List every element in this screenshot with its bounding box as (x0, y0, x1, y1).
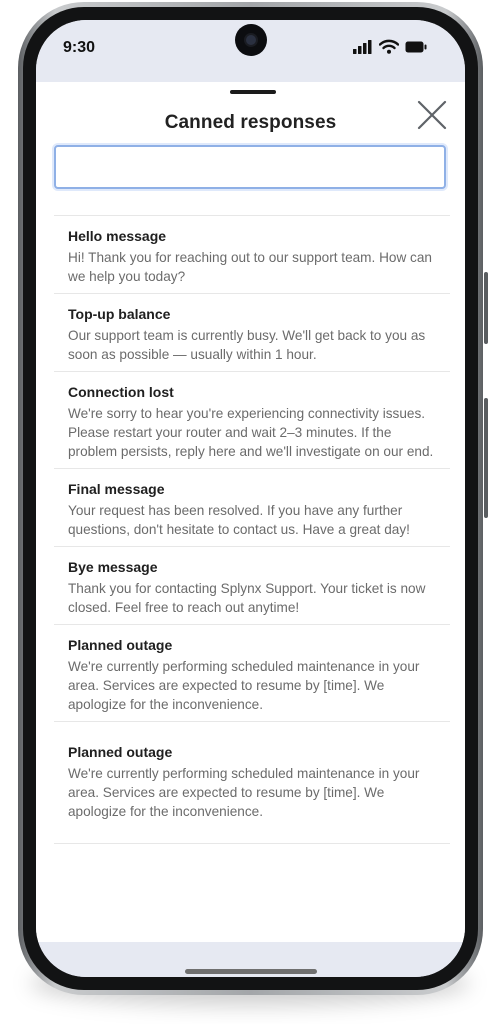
close-icon (417, 100, 447, 130)
canned-response-item[interactable]: Planned outage We're currently performing… (54, 722, 450, 844)
canned-response-text: We're currently performing scheduled mai… (68, 766, 420, 819)
close-button[interactable] (414, 97, 450, 133)
front-camera-icon (235, 24, 267, 56)
canned-response-title: Final message (68, 481, 165, 497)
canned-response-text: Hi! Thank you for reaching out to our su… (68, 250, 432, 284)
canned-response-item[interactable]: Hello message Hi! Thank you for reaching … (54, 216, 450, 294)
canned-response-text: Our support team is currently busy. We'l… (68, 328, 426, 362)
cellular-signal-icon (353, 39, 372, 54)
canned-response-item[interactable]: Final message Your request has been resol… (54, 469, 450, 547)
canned-response-text: We're currently performing scheduled mai… (68, 659, 420, 712)
canned-response-title: Bye message (68, 559, 158, 575)
canned-responses-sheet: Canned responses Hello message Hi! Thank … (36, 82, 465, 942)
canned-response-title: Planned outage (68, 744, 173, 760)
volume-up-side-button (484, 272, 488, 344)
home-indicator-area (36, 942, 465, 977)
responses-list: Hello message Hi! Thank you for reaching … (54, 215, 450, 844)
canned-response-text: Thank you for contacting Splynx Support.… (68, 581, 426, 615)
canned-response-item[interactable]: Bye message Thank you for contacting Sply… (54, 547, 450, 625)
canned-response-item[interactable]: Top-up balance Our support team is curren… (54, 294, 450, 372)
canned-response-item[interactable]: Connection lost We're sorry to hear you'r… (54, 372, 450, 469)
volume-down-side-button (484, 398, 488, 518)
canned-response-title: Planned outage (68, 637, 173, 653)
status-icons (353, 39, 427, 54)
phone-screen: 9:30 Canned responses Hello message Hi! … (36, 20, 465, 977)
canned-response-text: Your request has been resolved. If you h… (68, 503, 410, 537)
sheet-grabber[interactable] (230, 90, 276, 94)
canned-response-title: Top-up balance (68, 306, 171, 322)
status-bar: 9:30 (36, 20, 465, 82)
sheet-title: Canned responses (164, 112, 337, 133)
canned-response-title: Hello message (68, 228, 167, 244)
search-input[interactable] (54, 145, 446, 189)
canned-response-text: We're sorry to hear you're experiencing … (68, 406, 434, 459)
home-indicator[interactable] (185, 969, 317, 974)
battery-icon (405, 41, 427, 52)
wifi-icon (379, 39, 399, 54)
canned-response-item[interactable]: Planned outage We're currently performing… (54, 625, 450, 722)
status-time: 9:30 (63, 39, 96, 56)
canned-response-title: Connection lost (68, 384, 174, 400)
